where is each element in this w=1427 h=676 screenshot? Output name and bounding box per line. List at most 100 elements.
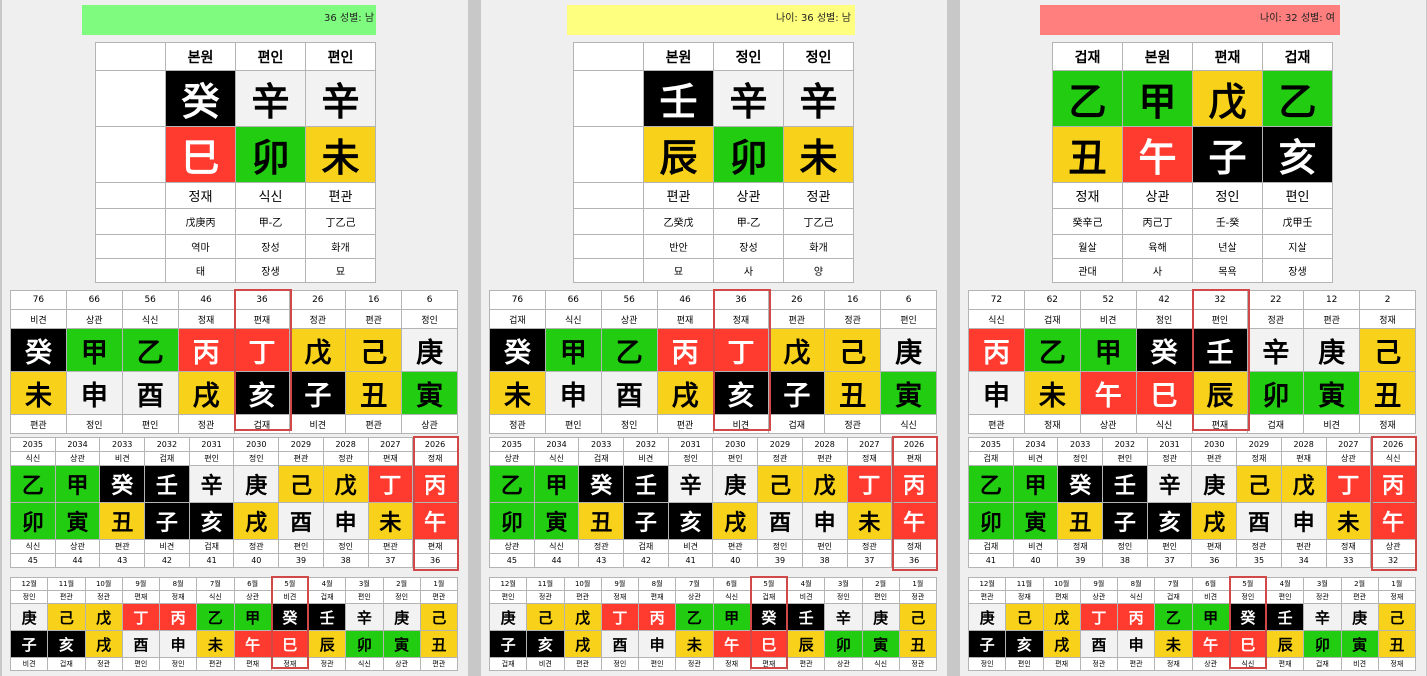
ten-god-bottom: 겁재 [968, 539, 1014, 554]
earthly-branch: 亥 [1146, 502, 1193, 540]
hidden-stems: 丁乙己 [783, 208, 854, 235]
ten-god-bottom: 식신 [880, 414, 937, 434]
header-label: 1월 [1377, 577, 1417, 591]
header-label: 2031 [667, 437, 714, 452]
earthly-branch: 寅 [401, 371, 458, 415]
earthly-branch: 未 [305, 126, 376, 183]
ten-god-top: 정재 [177, 309, 235, 329]
ten-god-bottom: 정재 [1325, 539, 1372, 554]
ten-god-top: 상관 [675, 590, 714, 604]
heavenly-stem: 甲 [1191, 603, 1230, 631]
ten-god-bottom: 정관 [578, 539, 625, 554]
header-label: 52 [1079, 290, 1137, 310]
ten-god-top: 정관 [824, 309, 882, 329]
ten-god-top: 정재 [712, 309, 770, 329]
ten-god-top: 편관 [801, 451, 848, 466]
ten-god-bottom: 편인 [544, 414, 602, 434]
ten-god-top: 식신 [1116, 590, 1156, 604]
ten-god-bottom: 겁재 [1247, 414, 1305, 434]
ten-god-bottom: 겁재 [47, 657, 86, 671]
yearly-table: 2035 2034 2033 2032 2031 2030 2029 2028 2027 2026… [10, 437, 458, 568]
header-label: 56 [600, 290, 658, 310]
earthly-branch: 丑 [419, 630, 459, 658]
ten-god-bottom: 겁재 [768, 414, 826, 434]
header-label: 2028 [1280, 437, 1327, 452]
ten-god-top: 정재 [412, 451, 458, 466]
twelve-stage: 묘 [305, 258, 376, 283]
empty-cell [95, 234, 166, 259]
sinsal: 지살 [1262, 234, 1333, 259]
ten-god-bottom: 정인 [158, 657, 198, 671]
ten-god-bottom: 편재 [1191, 539, 1238, 554]
monthly-table: 12월 11월 10월 9월 8월 7월 6월 5월 4월 3월 2월 1월 편인 정관 편관 정재 편재 상관 식… [488, 577, 938, 671]
ten-god-top: 편재 [367, 451, 414, 466]
ten-god-bottom: 편재 [749, 657, 789, 671]
earthly-branch: 巳 [749, 630, 789, 658]
pillar-header: 겁재 [1262, 42, 1333, 71]
earthly-branch: 子 [967, 630, 1007, 658]
ten-god-bottom: 정재 [891, 539, 937, 554]
earthly-branch: 丑 [1052, 126, 1123, 183]
age-label: 40 [233, 553, 280, 568]
header-label: 16 [345, 290, 403, 310]
ten-god-bottom: 정재 [712, 657, 751, 671]
earthly-branch: 丑 [1359, 371, 1416, 415]
heavenly-stem: 己 [1377, 603, 1417, 631]
earthly-branch: 辰 [786, 630, 826, 658]
heavenly-stem: 甲 [544, 328, 602, 372]
header-label: 4월 [307, 577, 347, 591]
ten-god-bottom: 식신 [1135, 414, 1193, 434]
earthly-branch: 未 [675, 630, 714, 658]
heavenly-stem: 丁 [233, 328, 291, 372]
heavenly-stem: 戊 [1280, 465, 1327, 503]
earthly-branch: 子 [1102, 502, 1148, 540]
ten-god-bottom: 겁재 [488, 657, 528, 671]
monthly-table: 12월 11월 10월 9월 8월 7월 6월 5월 4월 3월 2월 1월 편관 정재 편재 상관 식신 겁재 비… [967, 577, 1417, 671]
heavenly-stem: 壬 [786, 603, 826, 631]
ten-god-top: 편재 [121, 590, 161, 604]
earthly-branch: 戌 [233, 502, 280, 540]
ten-god: 편관 [643, 182, 714, 209]
ten-god-top: 정관 [1303, 590, 1342, 604]
heavenly-stem: 乙 [1023, 328, 1081, 372]
heavenly-stem: 癸 [1135, 328, 1193, 372]
ten-god-bottom: 편관 [10, 414, 67, 434]
earthly-branch: 丑 [345, 371, 403, 415]
age-label: 36 [412, 553, 458, 568]
header-label: 6월 [1191, 577, 1230, 591]
earthly-branch: 巳 [270, 630, 310, 658]
earthly-branch: 子 [289, 371, 347, 415]
heavenly-stem: 庚 [1340, 603, 1379, 631]
earthly-branch: 酉 [278, 502, 324, 540]
header-label: 2030 [233, 437, 280, 452]
heavenly-stem: 壬 [144, 465, 190, 503]
ten-god-bottom: 식신 [10, 539, 56, 554]
ten-god-top: 편인 [712, 451, 759, 466]
ten-god-top: 편인 [488, 590, 528, 604]
heavenly-stem: 辛 [1247, 328, 1305, 372]
header-label: 7월 [1154, 577, 1193, 591]
ten-god-top: 정재 [846, 451, 893, 466]
heavenly-stem: 甲 [1012, 465, 1059, 503]
empty-cell [95, 126, 166, 183]
header-label: 2월 [1340, 577, 1379, 591]
header-label: 66 [65, 290, 123, 310]
earthly-branch: 酉 [121, 371, 179, 415]
panel-header-text: 36 성별: 남 [324, 13, 375, 24]
heavenly-stem: 丙 [1370, 465, 1416, 503]
age-label: 34 [1280, 553, 1327, 568]
daeun-table: 76 66 56 46 36 26 16 6 비견 상관 식신 정재 편재 정관 편관 정인 癸甲乙丙丁戊己庚未… [10, 290, 458, 434]
ten-god-bottom: 비견 [1012, 539, 1059, 554]
ten-god-bottom: 편관 [99, 539, 146, 554]
ten-god-bottom: 편인 [121, 414, 179, 434]
empty-cell [95, 258, 166, 283]
header-label: 2029 [1236, 437, 1282, 452]
empty-cell [573, 70, 644, 127]
ten-god-bottom: 상관 [401, 414, 458, 434]
ten-god-top: 정재 [600, 590, 640, 604]
earthly-branch: 卯 [968, 502, 1014, 540]
heavenly-stem: 乙 [600, 328, 658, 372]
ten-god-top: 상관 [65, 309, 123, 329]
ten-god-bottom: 겁재 [233, 414, 291, 434]
header-label: 10월 [84, 577, 123, 591]
